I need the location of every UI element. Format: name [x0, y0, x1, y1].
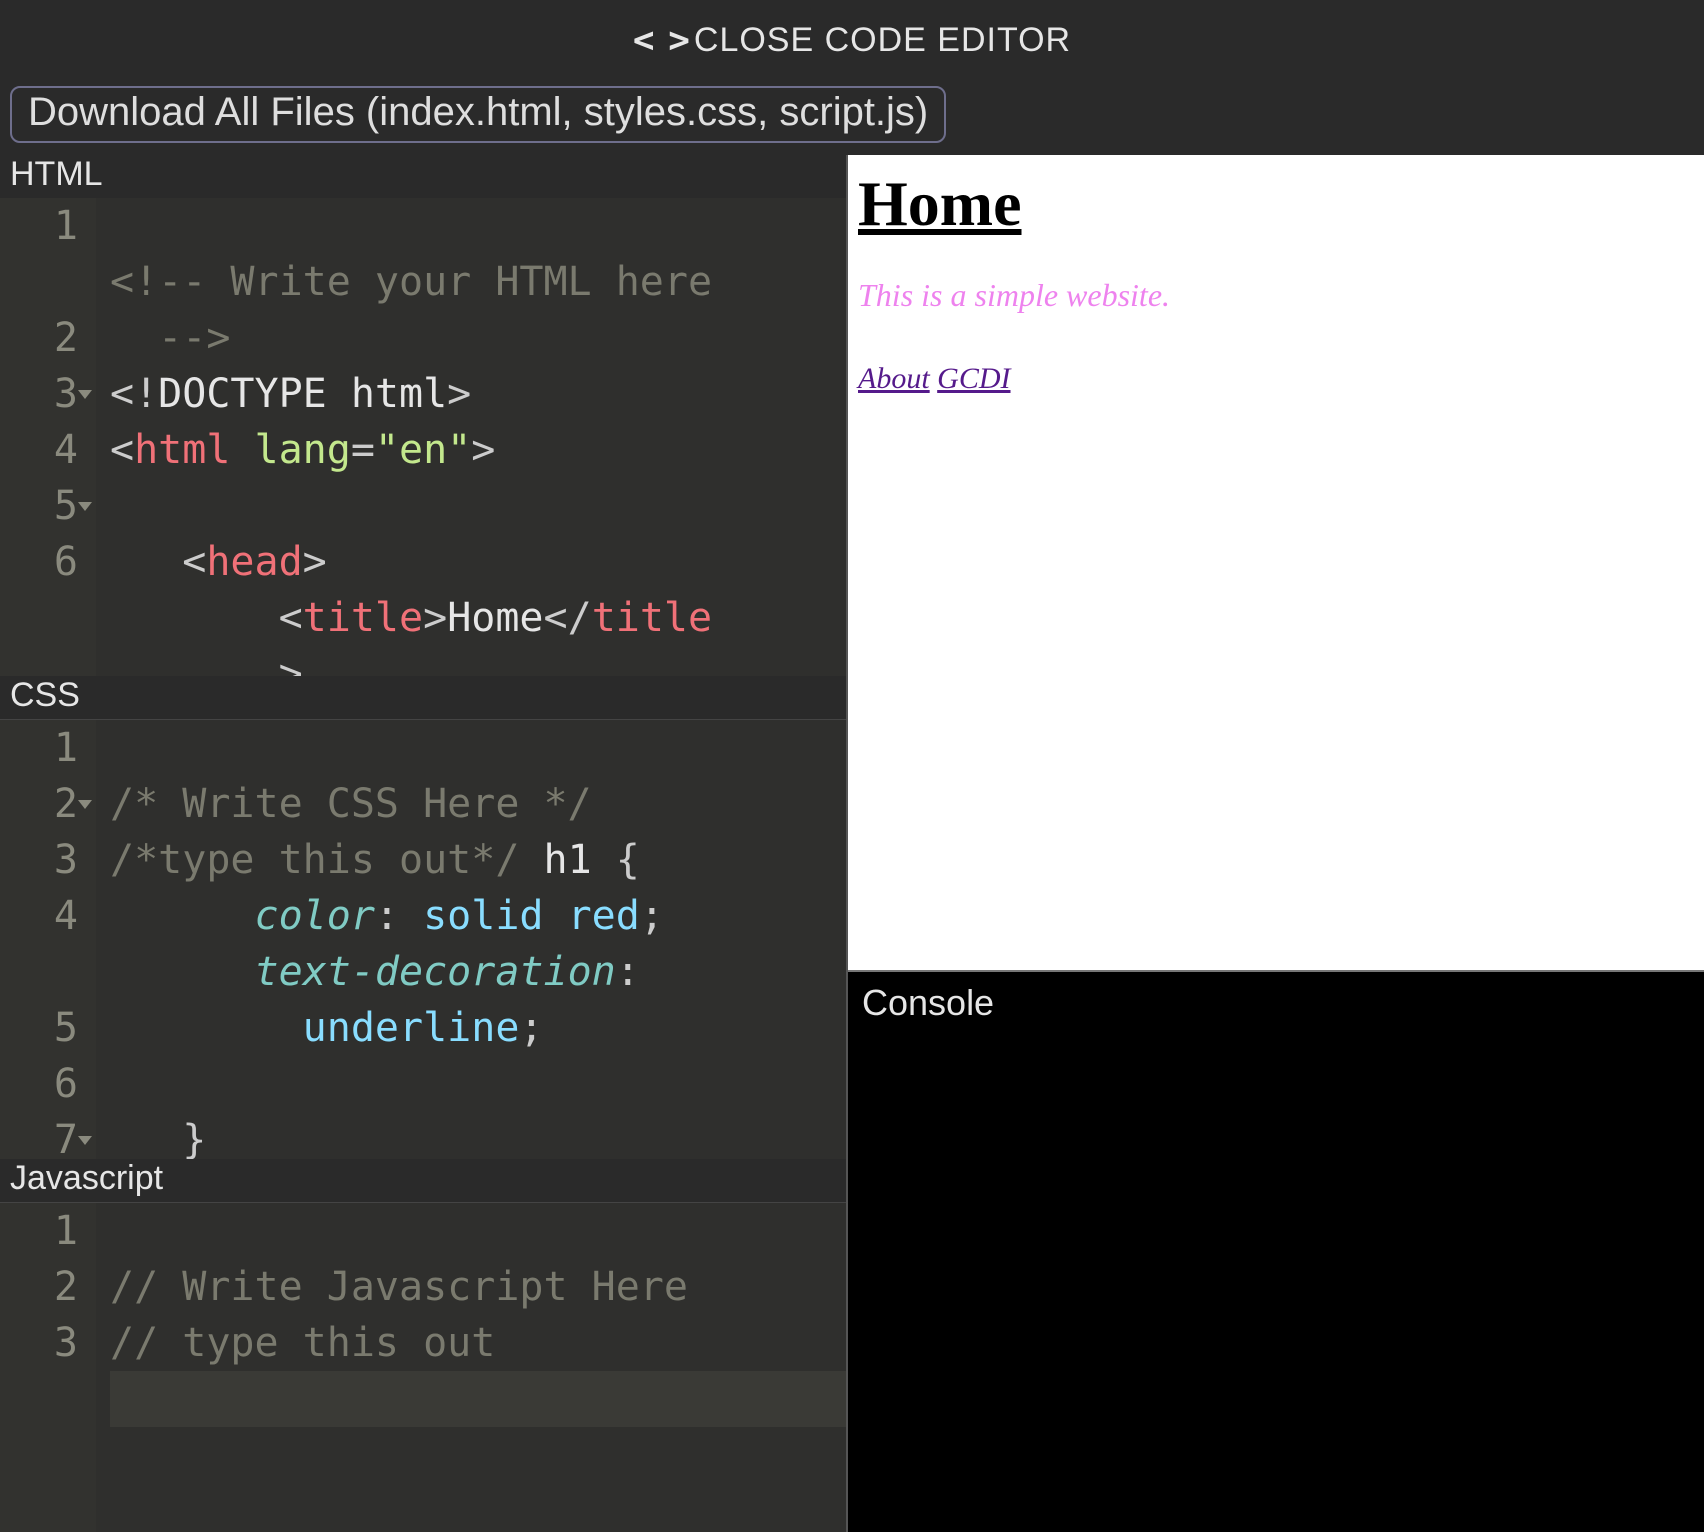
css-editor[interactable]: 1 2 3 4 5 6 7 /* Write CSS Here *//*type… [0, 719, 846, 1159]
js-code[interactable]: // Write Javascript Here// type this out [110, 1203, 846, 1532]
css-code[interactable]: /* Write CSS Here *//*type this out*/ h1… [110, 720, 846, 1159]
line-number: 7 [0, 1112, 78, 1159]
output-column: Home This is a simple website. About GCD… [846, 155, 1704, 1532]
line-number: 3 [0, 1315, 78, 1371]
css-gutter: 1 2 3 4 5 6 7 [0, 720, 96, 1159]
line-number: 2 [0, 310, 78, 366]
line-number: 2 [0, 1259, 78, 1315]
line-number: 3 [0, 366, 78, 422]
line-number: 6 [0, 1056, 78, 1112]
close-editor-label: CLOSE CODE EDITOR [694, 21, 1071, 60]
download-row: Download All Files (index.html, styles.c… [0, 80, 1704, 155]
js-editor[interactable]: 1 2 3 // Write Javascript Here// type th… [0, 1202, 846, 1532]
line-number: 1 [0, 1203, 78, 1259]
console-label: Console [862, 982, 1690, 1024]
preview-link-about[interactable]: About [858, 362, 930, 395]
js-gutter: 1 2 3 [0, 1203, 96, 1532]
preview-links: About GCDI [858, 362, 1694, 396]
download-all-label: Download All Files (index.html, styles.c… [28, 90, 928, 134]
download-all-button[interactable]: Download All Files (index.html, styles.c… [10, 86, 946, 143]
main-area: HTML 1 2 3 4 5 6 <!-- Write your HTML he… [0, 155, 1704, 1532]
preview-heading: Home [858, 167, 1694, 241]
html-gutter: 1 2 3 4 5 6 [0, 198, 96, 676]
preview-pane[interactable]: Home This is a simple website. About GCD… [848, 155, 1704, 972]
line-number: 4 [0, 888, 78, 944]
line-number: 5 [0, 478, 78, 534]
preview-link-gcdi[interactable]: GCDI [937, 362, 1010, 395]
line-number: 4 [0, 422, 78, 478]
js-pane-label: Javascript [0, 1159, 846, 1202]
html-pane-label: HTML [0, 155, 846, 198]
console-pane[interactable]: Console [848, 972, 1704, 1532]
top-bar: < > CLOSE CODE EDITOR [0, 0, 1704, 80]
line-number: 1 [0, 720, 78, 776]
line-number: 1 [0, 198, 78, 254]
line-number: 6 [0, 534, 78, 590]
editors-column: HTML 1 2 3 4 5 6 <!-- Write your HTML he… [0, 155, 846, 1532]
line-number: 2 [0, 776, 78, 832]
html-code[interactable]: <!-- Write your HTML here --><!DOCTYPE h… [110, 198, 846, 676]
line-number: 5 [0, 1000, 78, 1056]
line-number: 3 [0, 832, 78, 888]
css-pane-label: CSS [0, 676, 846, 719]
html-editor[interactable]: 1 2 3 4 5 6 <!-- Write your HTML here --… [0, 198, 846, 676]
close-editor-button[interactable]: < > CLOSE CODE EDITOR [633, 20, 1071, 61]
preview-body-text: This is a simple website. [858, 277, 1694, 314]
code-icon: < > [633, 20, 686, 61]
